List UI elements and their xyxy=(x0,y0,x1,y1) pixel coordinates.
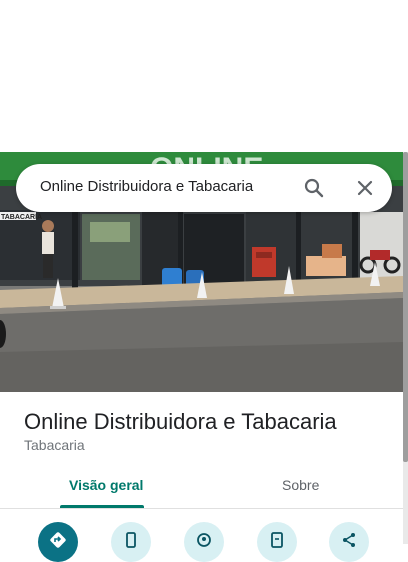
scrollbar-thumb[interactable] xyxy=(403,152,408,462)
place-category[interactable]: Tabacaria xyxy=(24,437,85,453)
place-title: Online Distribuidora e Tabacaria xyxy=(24,409,337,434)
save-icon xyxy=(197,533,211,547)
send-to-phone-button[interactable] xyxy=(257,522,297,562)
directions-button[interactable] xyxy=(38,522,78,562)
tab-about[interactable]: Sobre xyxy=(282,477,319,493)
search-icon[interactable] xyxy=(302,176,326,200)
tabs-divider xyxy=(0,508,403,509)
top-blank-area xyxy=(0,0,408,152)
send-to-phone-icon xyxy=(271,532,283,548)
tabacaria-side-sign: TABACARIA xyxy=(1,214,42,221)
search-bar[interactable]: Online Distribuidora e Tabacaria xyxy=(16,164,392,212)
close-icon[interactable] xyxy=(353,176,377,200)
tab-overview[interactable]: Visão geral xyxy=(69,477,143,493)
search-input[interactable]: Online Distribuidora e Tabacaria xyxy=(40,178,253,195)
call-button[interactable] xyxy=(111,522,151,562)
phone-icon xyxy=(126,532,136,548)
save-button[interactable] xyxy=(184,522,224,562)
directions-icon xyxy=(50,532,66,548)
share-icon xyxy=(343,533,355,547)
share-button[interactable] xyxy=(329,522,369,562)
